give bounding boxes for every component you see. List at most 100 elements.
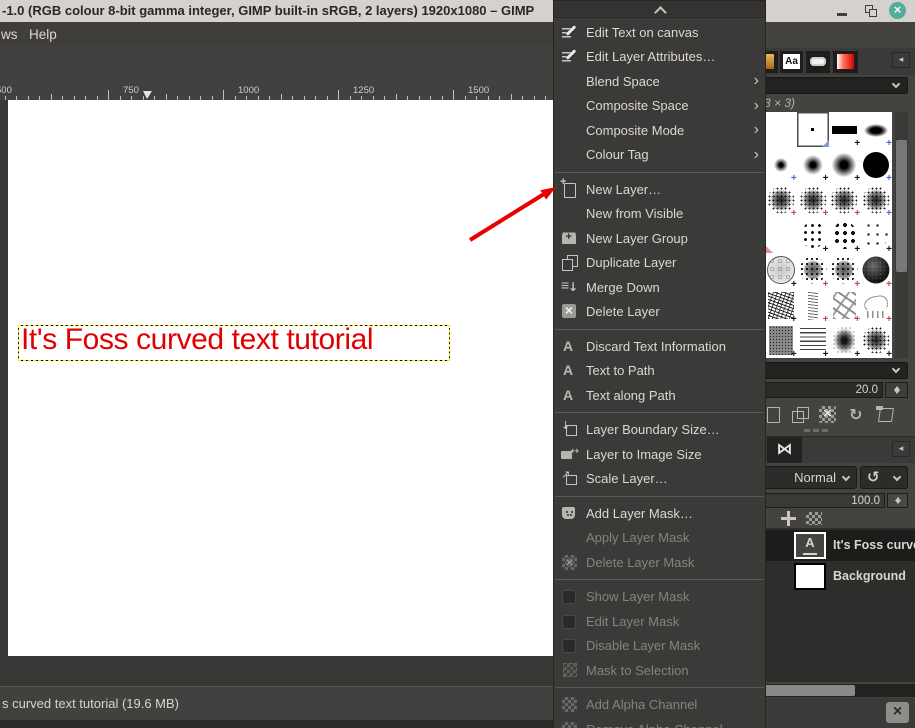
restore-button[interactable] <box>861 0 879 22</box>
mode-group-switch-button[interactable] <box>860 466 908 489</box>
brush-confetti-22[interactable] <box>829 288 861 323</box>
gradients-tab[interactable] <box>833 51 858 73</box>
menu-item-composite-mode[interactable]: Composite Mode <box>554 118 765 143</box>
brush-fuzzy-s-4[interactable] <box>765 147 797 182</box>
dock-splitter-handle[interactable] <box>804 429 810 432</box>
duplicate-icon <box>561 254 578 271</box>
brush-fuzzy-l-6[interactable] <box>829 147 861 182</box>
submenu-arrow-icon <box>754 146 759 164</box>
menu-item-delete-layer[interactable]: Delete Layer <box>554 300 765 325</box>
icon-spacer <box>561 73 578 90</box>
menu-item-new-layer-group[interactable]: New Layer Group <box>554 226 765 251</box>
brush-splat-11[interactable] <box>860 182 892 217</box>
checkbox-icon <box>561 588 578 605</box>
brush-hatch-20[interactable] <box>765 288 797 323</box>
delete-brush-button[interactable] <box>817 405 839 425</box>
ruler-label: 1250 <box>353 85 374 96</box>
layer-context-menu: Edit Text on canvasEdit Layer Attributes… <box>553 0 766 728</box>
brush-vine-21[interactable] <box>797 288 829 323</box>
titlebar[interactable]: -1.0 (RGB colour 8-bit gamma integer, GI… <box>0 0 915 22</box>
fonts-tab[interactable]: Aa <box>780 51 803 73</box>
lock-position-icon[interactable] <box>781 511 796 526</box>
background-layer-thumbnail[interactable] <box>794 563 826 590</box>
brush-bar-2[interactable] <box>829 112 861 147</box>
close-button[interactable] <box>889 2 906 19</box>
brush-pixel-selected-1[interactable] <box>797 112 829 147</box>
menu-item-duplicate-layer[interactable]: Duplicate Layer <box>554 251 765 276</box>
brush-splat-27[interactable] <box>860 323 892 358</box>
brush-dots-sparse-15[interactable] <box>860 217 892 252</box>
canvas[interactable]: It's Foss curved text tutorial <box>8 100 553 656</box>
menu-item-merge-down[interactable]: Merge Down <box>554 275 765 300</box>
refresh-brushes-button[interactable] <box>846 405 868 425</box>
brush-blob-26[interactable] <box>829 323 861 358</box>
lock-alpha-icon[interactable] <box>806 512 822 525</box>
menubar-item-windows[interactable]: ws <box>1 22 18 47</box>
brushes-tab[interactable] <box>806 51 830 73</box>
brush-sphere-19[interactable] <box>860 253 892 288</box>
menu-item-text-along-path[interactable]: Text along Path <box>554 383 765 408</box>
paths-tab[interactable] <box>767 437 802 463</box>
brush-plus-marker <box>886 245 892 253</box>
brush-grid-scroll-thumb[interactable] <box>896 140 907 272</box>
menu-item-new-from-visible[interactable]: New from Visible <box>554 202 765 227</box>
menu-item-edit-text-on-canvas[interactable]: Edit Text on canvas <box>554 20 765 45</box>
layer-list: It's Foss curved Background <box>758 528 915 682</box>
brush-circle-solid-7[interactable] <box>860 147 892 182</box>
brush-texture-24[interactable] <box>765 323 797 358</box>
brush-empty-12[interactable] <box>765 217 797 252</box>
menu-item-label: Disable Layer Mask <box>586 638 700 653</box>
opacity-slider[interactable]: 100.0 <box>764 493 885 508</box>
brush-selector-combo[interactable] <box>764 77 908 94</box>
brush-spacing-combo[interactable] <box>764 362 908 379</box>
brush-spacing-slider[interactable]: 20.0 <box>764 382 883 398</box>
menu-item-discard-text-information[interactable]: Discard Text Information <box>554 334 765 359</box>
brush-goat-23[interactable] <box>860 288 892 323</box>
layer-row-text[interactable]: It's Foss curved <box>758 530 915 561</box>
brush-grunge-17[interactable] <box>797 253 829 288</box>
menu-item-layer-boundary-size[interactable]: Layer Boundary Size… <box>554 418 765 443</box>
brush-hlines-25[interactable] <box>797 323 829 358</box>
menu-item-colour-tag[interactable]: Colour Tag <box>554 143 765 168</box>
menu-separator <box>555 579 764 580</box>
text-layer-thumbnail[interactable] <box>794 532 826 559</box>
brush-fuzzy-m-5[interactable] <box>797 147 829 182</box>
opacity-spinner[interactable] <box>887 493 908 508</box>
canvas-text: It's Foss curved text tutorial <box>21 323 373 357</box>
text-layer-boundary[interactable]: It's Foss curved text tutorial <box>18 325 450 361</box>
menu-item-text-to-path[interactable]: Text to Path <box>554 359 765 384</box>
brush-splat-8[interactable] <box>765 182 797 217</box>
menu-scroll-up[interactable] <box>554 1 765 18</box>
text-a-icon <box>561 387 578 404</box>
menubar-item-help[interactable]: Help <box>29 22 57 47</box>
brush-splat-9[interactable] <box>797 182 829 217</box>
layer-mode-combo[interactable]: Normal <box>764 466 857 489</box>
brush-cells-16[interactable] <box>765 253 797 288</box>
horizontal-ruler[interactable]: 500750100012501500 <box>0 84 553 100</box>
menu-item-layer-to-image-size[interactable]: Layer to Image Size <box>554 442 765 467</box>
brush-plus-marker <box>886 174 892 182</box>
brush-dots-m-13[interactable] <box>797 217 829 252</box>
menu-item-add-layer-mask[interactable]: Add Layer Mask… <box>554 501 765 526</box>
menu-item-composite-space[interactable]: Composite Space <box>554 94 765 119</box>
menu-item-blend-space[interactable]: Blend Space <box>554 69 765 94</box>
brush-ellipse-3[interactable] <box>860 112 892 147</box>
ruler-tick <box>453 90 454 100</box>
menu-item-new-layer[interactable]: New Layer… <box>554 177 765 202</box>
brush-spacing-spinner[interactable] <box>885 382 908 398</box>
brush-grunge-18[interactable] <box>829 253 861 288</box>
brush-dots-l-14[interactable] <box>829 217 861 252</box>
menu-item-scale-layer[interactable]: Scale Layer… <box>554 467 765 492</box>
open-brush-button[interactable] <box>875 405 897 425</box>
layer-row-background[interactable]: Background <box>758 561 915 592</box>
menu-item-edit-layer-attributes[interactable]: Edit Layer Attributes… <box>554 45 765 70</box>
dock2-menu-button[interactable] <box>892 441 910 457</box>
delete-layer-button[interactable] <box>886 702 909 723</box>
brush-plus-marker <box>886 350 892 358</box>
brush-empty-0[interactable] <box>765 112 797 147</box>
duplicate-brush-button[interactable] <box>789 405 811 425</box>
brush-splat-10[interactable] <box>829 182 861 217</box>
minimize-button[interactable] <box>833 0 851 22</box>
dock1-menu-button[interactable] <box>892 52 910 68</box>
layers-scroll-thumb[interactable] <box>758 685 855 696</box>
